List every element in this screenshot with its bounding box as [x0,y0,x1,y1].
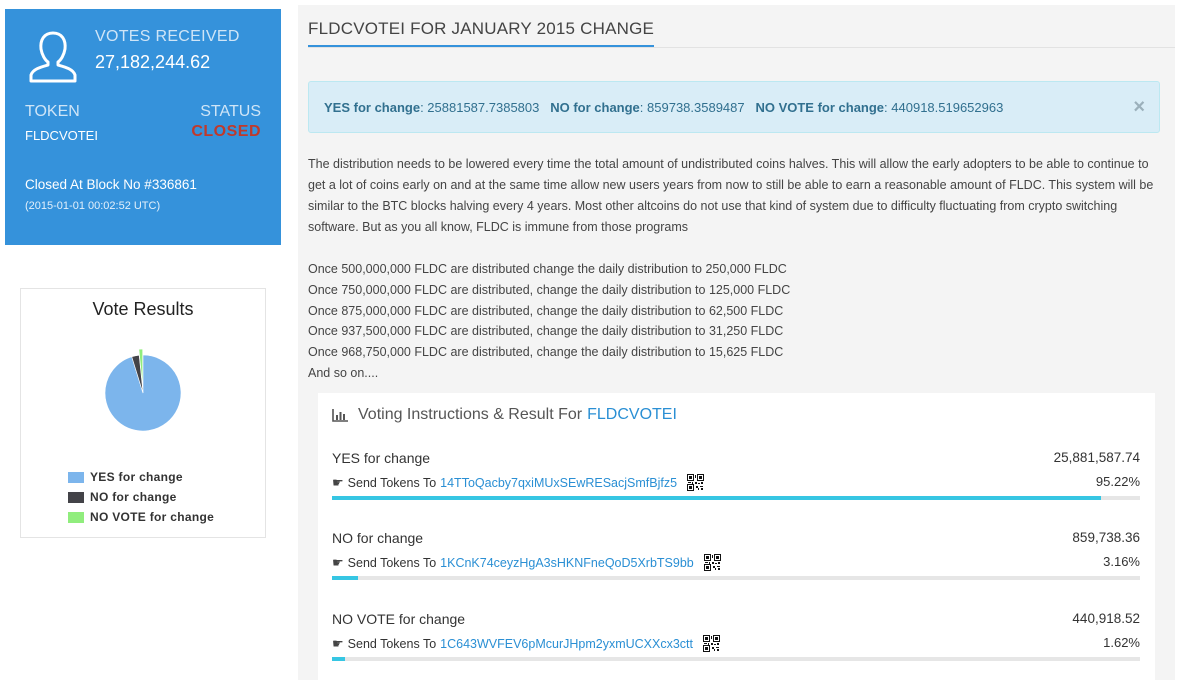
token-value: FLDCVOTEI [25,128,98,143]
vote-results-pie [104,348,182,432]
alert-novote-value: : 440918.519652963 [884,100,1004,115]
bar-chart-icon [332,408,348,422]
qr-code-icon[interactable] [687,474,705,491]
send-tokens-label: Send Tokens To [347,636,437,651]
distribution-line: Once 968,750,000 FLDC are distributed, c… [308,345,784,360]
option-percent: 1.62% [1103,635,1140,650]
vote-results-title: Vote Results [92,299,194,319]
page-title: FLDCVOTEI FOR JANUARY 2015 CHANGE [308,19,655,47]
vote-option: NO for change 859,738.36 ☛ Send Tokens To 1K… [332,530,1140,590]
token-address-link[interactable]: 1C643WVFEV6pMcurJHpm2yxmUCXXcx3ctt [440,637,693,651]
distribution-list: Once 500,000,000 FLDC are distributed ch… [308,259,790,384]
vote-results-card: Vote Results YES for change NO for change… [20,288,266,538]
main-panel: FLDCVOTEI FOR JANUARY 2015 CHANGE YES fo… [298,5,1175,680]
legend-swatch [68,471,84,483]
alert-novote-label: NO VOTE for change [755,100,885,115]
send-tokens-row: ☛ Send Tokens To 14TToQacby7qxiMUxSEwRESac… [332,474,705,491]
distribution-line: Once 500,000,000 FLDC are distributed ch… [308,262,787,276]
closed-date-text: (2015-01-01 00:02:52 UTC) [25,200,161,212]
qr-code-icon[interactable] [703,635,721,652]
status-value: CLOSED [191,123,261,140]
distribution-line: Once 875,000,000 FLDC are distributed, c… [308,303,784,318]
voting-instructions-box: Voting Instructions & Result For FLDCVOT… [318,393,1155,680]
voting-title-token: FLDCVOTEI [587,406,677,423]
title-divider [308,47,1175,48]
legend-swatch [68,511,84,523]
description-text: The distribution needs to be lowered eve… [308,157,1154,234]
progress-bar [332,657,1140,661]
legend-item[interactable]: NO VOTE for change [68,507,214,527]
legend-label: NO VOTE for change [90,510,215,524]
alert-no-label: NO for change [550,100,640,115]
progress-bar [332,496,1140,500]
voting-instructions-title: Voting Instructions & Result For FLDCVOT… [332,406,677,424]
distribution-line: Once 937,500,000 FLDC are distributed, c… [308,324,784,339]
alert-yes-label: YES for change [324,100,421,115]
legend-item[interactable]: YES for change [68,467,214,487]
token-address-link[interactable]: 14TToQacby7qxiMUxSEwRESacjSmfBjfz5 [440,476,677,490]
send-tokens-label: Send Tokens To [347,475,437,490]
option-name: YES for change [332,450,431,466]
option-votes: 25,881,587.74 [1053,450,1140,465]
token-label: TOKEN [25,103,80,120]
progress-bar [332,576,1140,580]
send-tokens-row: ☛ Send Tokens To 1KCnK74ceyzHgA3sHKNFneQoD… [332,554,721,571]
votes-received-label: VOTES RECEIVED [95,28,240,45]
qr-code-icon[interactable] [703,554,721,571]
stats-box: VOTES RECEIVED 27,182,244.62 TOKEN STATU… [5,9,281,245]
voting-title-prefix: Voting Instructions & Result For [358,406,583,423]
token-address-link[interactable]: 1KCnK74ceyzHgA3sHKNFneQoD5XrbTS9bb [440,556,694,570]
distribution-line: Once 750,000,000 FLDC are distributed, c… [308,282,791,297]
send-tokens-row: ☛ Send Tokens To 1C643WVFEV6pMcurJHpm2yxmU… [332,635,721,652]
distribution-line: And so on.... [308,365,379,380]
legend-swatch [68,491,84,503]
option-percent: 95.22% [1095,474,1140,489]
option-votes: 440,918.52 [1072,611,1140,626]
user-icon [29,31,77,83]
alert-no-value: : 859738.3589487 [639,100,745,115]
progress-bar-fill [332,576,358,580]
vote-option: YES for change 25,881,587.74 ☛ Send Tokens … [332,450,1140,510]
legend-item[interactable]: NO for change [68,487,214,507]
results-alert: YES for change: 25881587.7385803 NO for … [308,81,1160,133]
vote-option: NO VOTE for change 440,918.52 ☛ Send Tokens… [332,611,1140,671]
option-votes: 859,738.36 [1072,530,1140,545]
alert-yes-value: : 25881587.7385803 [420,100,540,115]
progress-bar-fill [332,657,346,661]
legend-label: YES for change [90,470,183,484]
pointing-hand-icon: ☛ [332,554,344,570]
option-percent: 3.16% [1103,554,1140,569]
votes-received-value: 27,182,244.62 [95,52,211,72]
status-label: STATUS [200,103,261,120]
option-name: NO for change [332,530,424,546]
option-name: NO VOTE for change [332,611,466,627]
closed-block-text: Closed At Block No #336861 [25,177,197,192]
send-tokens-label: Send Tokens To [347,555,437,570]
legend-label: NO for change [90,490,177,504]
pointing-hand-icon: ☛ [332,474,344,490]
pointing-hand-icon: ☛ [332,635,344,651]
alert-close-button[interactable]: × [1133,96,1145,119]
progress-bar-fill [332,496,1102,500]
vote-results-legend: YES for change NO for change NO VOTE for c… [68,467,214,527]
